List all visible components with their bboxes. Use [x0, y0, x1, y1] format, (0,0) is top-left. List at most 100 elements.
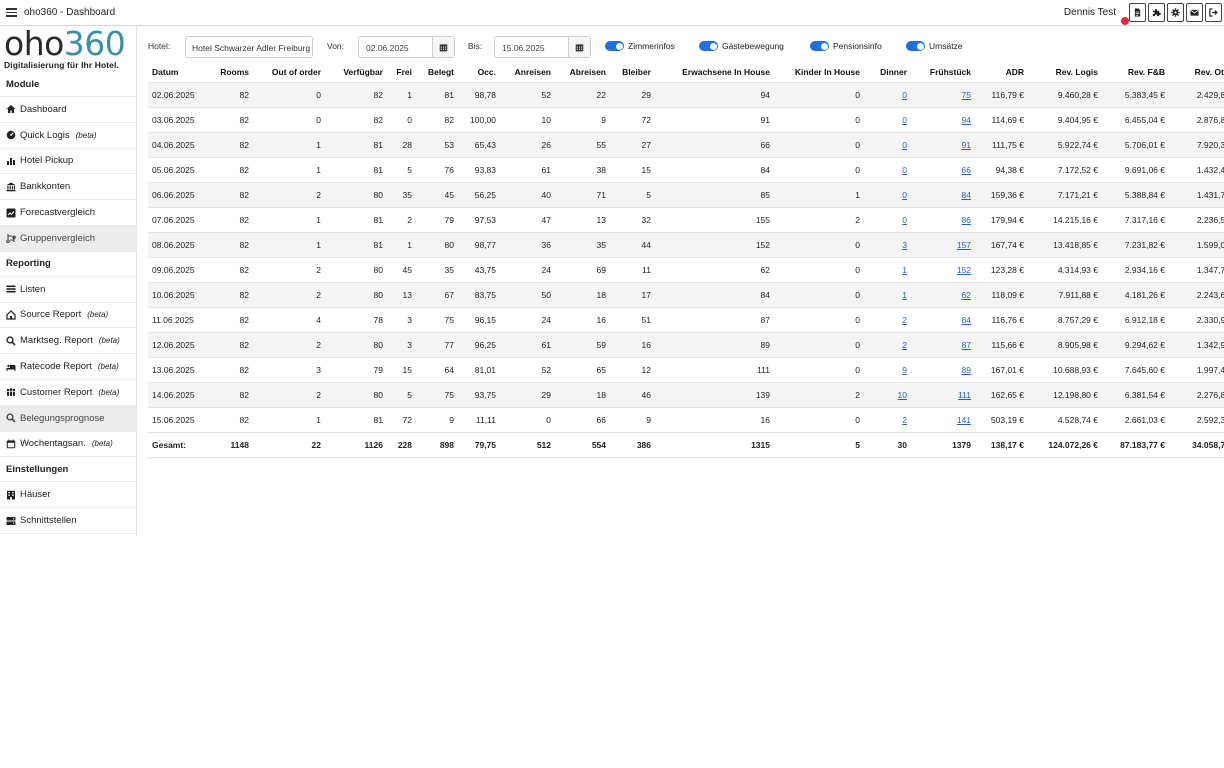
dinner-link[interactable]: 2 — [902, 315, 907, 325]
breakfast-link[interactable]: 94 — [962, 115, 971, 125]
table-cell: 24 — [500, 256, 555, 282]
toggle-switch[interactable] — [605, 41, 624, 51]
column-header[interactable]: Anreisen — [500, 62, 555, 82]
sidebar-item-forecastvergleich[interactable]: Forecastvergleich — [0, 200, 137, 226]
breakfast-link[interactable]: 84 — [962, 190, 971, 200]
dinner-link[interactable]: 10 — [898, 390, 907, 400]
breakfast-link[interactable]: 84 — [962, 315, 971, 325]
envelope-icon[interactable] — [1186, 3, 1203, 22]
to-date-field[interactable]: 15.06.2025 — [494, 36, 591, 58]
column-header[interactable]: Rev. F&B — [1102, 62, 1169, 82]
puzzle-icon[interactable] — [1148, 3, 1165, 22]
table-cell: 0 — [774, 281, 864, 307]
breakfast-link[interactable]: 152 — [957, 265, 971, 275]
table-cell: 11 — [610, 256, 655, 282]
sidebar-item-ratecode-report[interactable]: Ratecode Report (beta) — [0, 354, 137, 380]
from-date-value[interactable]: 02.06.2025 — [359, 37, 432, 57]
column-header[interactable]: Bleiber — [610, 62, 655, 82]
bar-chart-icon — [6, 156, 16, 166]
dinner-link[interactable]: 0 — [902, 215, 907, 225]
toggle-switch[interactable] — [810, 41, 829, 51]
table-cell: 167,74 € — [975, 231, 1028, 257]
sidebar-item-listen[interactable]: Listen — [0, 277, 137, 303]
table-cell: 65 — [555, 356, 610, 382]
sidebar-item-marktseg-report[interactable]: Marktseg. Report (beta) — [0, 328, 137, 355]
column-header[interactable]: Verfügbar — [325, 62, 387, 82]
from-date-field[interactable]: 02.06.2025 — [358, 36, 455, 58]
dinner-link[interactable]: 0 — [902, 90, 907, 100]
breakfast-link[interactable]: 66 — [962, 165, 971, 175]
dinner-link[interactable]: 3 — [902, 240, 907, 250]
table-cell: 2 — [774, 206, 864, 232]
dinner-link[interactable]: 2 — [902, 340, 907, 350]
toggle-switch[interactable] — [906, 41, 925, 51]
dinner-link[interactable]: 2 — [902, 415, 907, 425]
table-cell: 2 — [253, 256, 325, 282]
dinner-link[interactable]: 9 — [902, 365, 907, 375]
dinner-link[interactable]: 0 — [902, 190, 907, 200]
dinner-link[interactable]: 0 — [902, 165, 907, 175]
sidebar-item-source-report[interactable]: Source Report (beta) — [0, 303, 137, 329]
to-date-value[interactable]: 15.06.2025 — [495, 37, 568, 57]
breakfast-link[interactable]: 75 — [962, 90, 971, 100]
breakfast-link[interactable]: 91 — [962, 140, 971, 150]
breakfast-link[interactable]: 89 — [962, 365, 971, 375]
breakfast-link[interactable]: 87 — [962, 340, 971, 350]
toggle-switch[interactable] — [699, 41, 718, 51]
column-header[interactable]: Frei — [387, 62, 416, 82]
sidebar-item-schnittstellen[interactable]: Schnittstellen — [0, 508, 137, 534]
column-header[interactable]: ADR — [975, 62, 1028, 82]
column-header[interactable]: Occ. — [458, 62, 500, 82]
toggle-gaestebewegung[interactable]: Gästebewegung — [699, 40, 784, 52]
forecast-icon — [6, 208, 16, 218]
gear-icon[interactable] — [1167, 3, 1184, 22]
dinner-link[interactable]: 1 — [902, 265, 907, 275]
column-header[interactable]: Abreisen — [555, 62, 610, 82]
table-cell: 16 — [610, 331, 655, 357]
column-header[interactable]: Belegt — [416, 62, 458, 82]
breakfast-link[interactable]: 111 — [958, 390, 971, 400]
column-header[interactable]: Rev. Logis — [1028, 62, 1102, 82]
toggle-umsaetze[interactable]: Umsätze — [906, 40, 963, 52]
breakfast-link[interactable]: 157 — [957, 240, 971, 250]
table-cell: 159,36 € — [975, 181, 1028, 207]
sidebar-item-wochentagsan[interactable]: Wochentagsan. (beta) — [0, 432, 137, 458]
sidebar-item-bankkonten[interactable]: Bankkonten — [0, 174, 137, 201]
sidebar-item-belegungsprognose[interactable]: Belegungsprognose — [0, 405, 137, 432]
dinner-link[interactable]: 0 — [902, 115, 907, 125]
column-header[interactable]: Rev. Other — [1169, 62, 1224, 82]
hotel-select[interactable]: Hotel Schwarzer Adler Freiburg — [185, 36, 313, 58]
sidebar-item-hotel-pickup[interactable]: Hotel Pickup — [0, 149, 137, 175]
calendar-icon[interactable] — [432, 37, 454, 57]
toggle-pensionsinfo[interactable]: Pensionsinfo — [810, 40, 882, 52]
sidebar-item-haeuser[interactable]: Häuser — [0, 482, 137, 509]
document-icon[interactable] — [1129, 3, 1146, 22]
sidebar-item-dashboard[interactable]: Dashboard — [0, 97, 137, 123]
breakfast-link[interactable]: 141 — [957, 415, 971, 425]
sidebar-item-quick-logis[interactable]: Quick Logis (beta) — [0, 123, 137, 149]
column-header[interactable]: Frühstück — [911, 62, 975, 82]
sidebar-item-gruppenvergleich[interactable]: Gruppenvergleich — [0, 225, 137, 252]
dinner-link[interactable]: 1 — [902, 290, 907, 300]
breakfast-link[interactable]: 62 — [962, 290, 971, 300]
column-header[interactable]: Kinder In House — [774, 62, 864, 82]
column-header[interactable]: Out of order — [253, 62, 325, 82]
calendar-icon[interactable] — [568, 37, 590, 57]
table-cell: 2.276,86 € — [1169, 381, 1224, 407]
table-cell: 94 — [655, 81, 774, 107]
user-name[interactable]: Dennis Test — [1064, 7, 1116, 18]
toggle-zimmerinfos[interactable]: Zimmerinfos — [605, 40, 675, 52]
table-cell: 84 — [655, 156, 774, 182]
table-row: 07.06.2025 82 1 81 2 79 97,53 47 13 32 155 2 0 86 179,… — [148, 206, 1224, 232]
server-icon — [6, 516, 16, 526]
hamburger-menu-icon[interactable] — [6, 8, 17, 17]
dinner-link[interactable]: 0 — [902, 140, 907, 150]
column-header[interactable]: Datum — [148, 62, 208, 82]
column-header[interactable]: Rooms — [208, 62, 253, 82]
column-header[interactable]: Dinner — [864, 62, 911, 82]
table-cell: 80 — [416, 231, 458, 257]
column-header[interactable]: Erwachsene In House — [655, 62, 774, 82]
sidebar-item-customer-report[interactable]: Customer Report (beta) — [0, 380, 137, 406]
logout-icon[interactable] — [1205, 3, 1222, 22]
breakfast-link[interactable]: 86 — [962, 215, 971, 225]
